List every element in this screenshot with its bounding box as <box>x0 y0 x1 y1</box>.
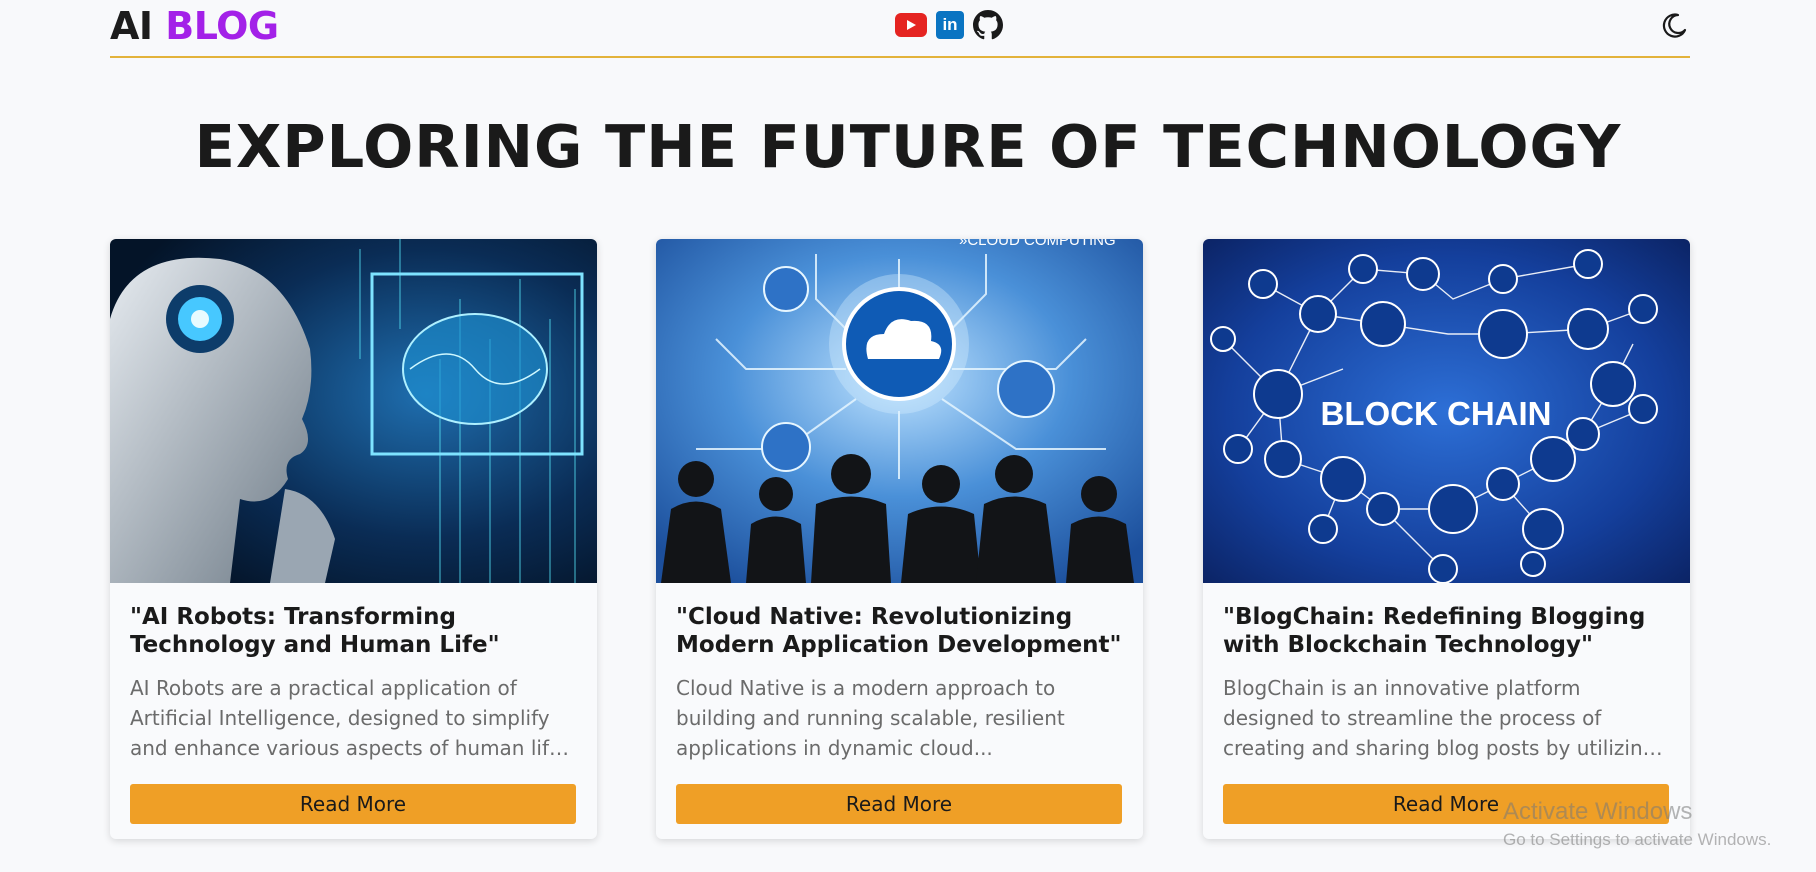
card-desc-line: applications in dynamic cloud... <box>676 736 993 760</box>
card-title: "AI Robots: Transforming Technology and … <box>130 604 500 658</box>
hero-title: EXPLORING THE FUTURE OF TECHNOLOGY <box>194 112 1622 181</box>
github-icon[interactable] <box>973 10 1003 40</box>
blog-card: BLOCK CHAIN "BlogChain: Redefining Blogg… <box>1203 239 1690 839</box>
blog-card: "AI Robots: Transforming Technology and … <box>110 239 597 839</box>
read-more-button[interactable]: Read More <box>130 784 576 824</box>
card-desc-line: and enhance various aspects of human lif… <box>130 736 577 760</box>
cloud-computing-image: »CLOUD COMPUTING <box>656 239 1143 583</box>
card-desc-line: building and running scalable, resilient <box>676 706 1065 730</box>
activate-windows-watermark: Activate Windows Go to Settings to activ… <box>1503 798 1771 850</box>
blockchain-network-image: BLOCK CHAIN <box>1203 239 1690 583</box>
card-desc-line: Cloud Native is a modern approach to <box>676 676 1056 700</box>
card-desc-line: designed to streamline the process of <box>1223 706 1602 730</box>
card-description: BlogChain is an innovative platform desi… <box>1223 673 1670 763</box>
cloud-computing-caption: »CLOUD COMPUTING <box>959 239 1116 249</box>
card-desc-line: AI Robots are a practical application of <box>130 676 517 700</box>
blockchain-caption: BLOCK CHAIN <box>1321 395 1552 432</box>
site-logo[interactable]: AI BLOG <box>110 4 279 48</box>
card-title: "Cloud Native: Revolutionizing Modern Ap… <box>676 604 1122 658</box>
linkedin-text: in <box>942 15 958 34</box>
logo-blog-text: BLOG <box>165 4 279 48</box>
moon-icon[interactable] <box>1658 10 1690 42</box>
card-desc-line: creating and sharing blog posts by utili… <box>1223 736 1670 760</box>
card-title: "BlogChain: Redefining Blogging with Blo… <box>1223 604 1646 658</box>
read-more-button[interactable]: Read More <box>676 784 1122 824</box>
card-description: AI Robots are a practical application of… <box>130 673 577 763</box>
logo-ai-text: AI <box>110 4 153 48</box>
card-desc-line: BlogChain is an innovative platform <box>1223 676 1581 700</box>
blog-card: »CLOUD COMPUTING "Cloud Native: Revoluti… <box>656 239 1143 839</box>
card-desc-line: Artificial Intelligence, designed to sim… <box>130 706 550 730</box>
social-links: in <box>895 10 1003 40</box>
linkedin-icon[interactable]: in <box>936 11 964 39</box>
site-header: AI BLOG in <box>110 0 1690 58</box>
ai-robot-brain-image <box>110 239 597 583</box>
card-description: Cloud Native is a modern approach to bui… <box>676 673 1123 763</box>
youtube-icon[interactable] <box>895 13 927 37</box>
watermark-subtitle: Go to Settings to activate Windows. <box>1503 830 1772 849</box>
watermark-title: Activate Windows <box>1503 798 1693 825</box>
